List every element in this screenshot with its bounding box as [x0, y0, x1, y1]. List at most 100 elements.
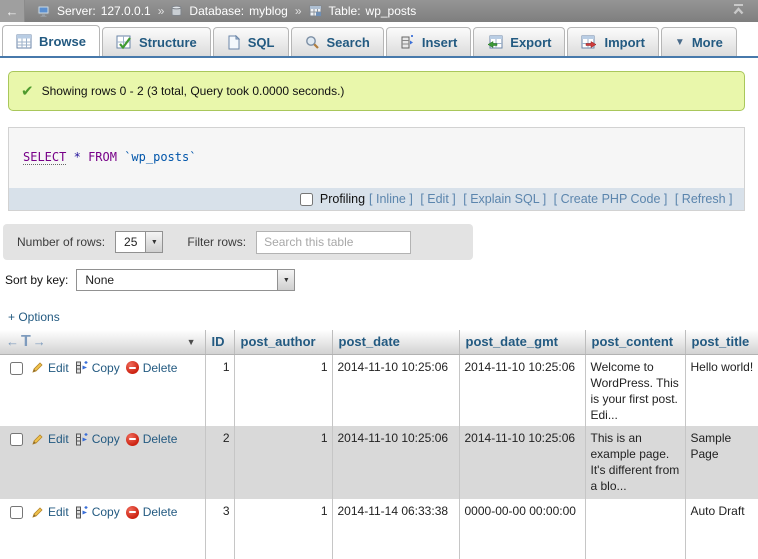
row-checkbox[interactable] [10, 433, 23, 446]
sql-star: * [74, 150, 81, 164]
pencil-icon [31, 433, 44, 446]
tab-structure[interactable]: Structure [102, 27, 211, 56]
cell-post-title: Auto Draft [685, 499, 758, 559]
breadcrumb: Server: 127.0.0.1 » Database: myblog » T… [37, 4, 731, 18]
column-header-id[interactable]: ID [205, 330, 234, 354]
column-visibility-caret-icon[interactable]: ▼ [187, 337, 196, 347]
create-php-code-link[interactable]: Create PHP Code [554, 192, 671, 206]
edit-row-link[interactable]: Edit [31, 431, 69, 447]
column-header-post-date[interactable]: post_date [332, 330, 459, 354]
arrow-left-icon: ← [6, 334, 19, 349]
refresh-link[interactable]: Refresh [675, 192, 736, 206]
number-of-rows-value: 25 [116, 232, 145, 252]
delete-icon [126, 433, 139, 446]
number-of-rows-select[interactable]: 25 ▼ [115, 231, 163, 253]
table-row: Edit Copy Delete 2 1 2014-11-10 10:25:06… [0, 426, 758, 499]
delete-label: Delete [143, 504, 178, 520]
cell-post-date: 2014-11-14 06:33:38 [332, 499, 459, 559]
tab-browse[interactable]: Browse [2, 25, 100, 56]
sort-row: Sort by key: None ▼ [5, 269, 758, 291]
back-arrow-icon: ← [6, 4, 19, 19]
options-toggle-link[interactable]: + Options [8, 310, 78, 324]
server-icon [37, 5, 50, 17]
edit-label: Edit [48, 431, 69, 447]
tab-label: Structure [139, 35, 197, 50]
cell-id: 1 [205, 354, 234, 426]
tab-sql[interactable]: SQL [213, 27, 289, 56]
copy-row-link[interactable]: Copy [75, 504, 120, 520]
column-header-post-title[interactable]: post_title [685, 330, 758, 354]
edit-label: Edit [48, 504, 69, 520]
breadcrumb-bar: ← Server: 127.0.0.1 » Database: myblog »… [0, 0, 758, 22]
copy-label: Copy [92, 504, 120, 520]
copy-icon [75, 506, 88, 519]
cell-id: 3 [205, 499, 234, 559]
server-label: Server: [57, 4, 96, 18]
copy-icon [75, 361, 88, 374]
database-icon [171, 5, 182, 17]
transpose-t-icon: T [21, 336, 31, 348]
browse-icon [16, 34, 32, 49]
pencil-icon [31, 361, 44, 374]
edit-row-link[interactable]: Edit [31, 504, 69, 520]
profiling-label: Profiling [320, 192, 365, 206]
chevron-down-icon: ▼ [277, 270, 294, 290]
cell-post-content [585, 499, 685, 559]
sql-keyword-select[interactable]: SELECT [23, 150, 66, 165]
copy-row-link[interactable]: Copy [75, 360, 120, 376]
breadcrumb-separator: » [295, 4, 302, 18]
table-row: Edit Copy Delete 1 1 2014-11-10 10:25:06… [0, 354, 758, 426]
server-link[interactable]: 127.0.0.1 [101, 4, 151, 18]
cell-post-date-gmt: 0000-00-00 00:00:00 [459, 499, 585, 559]
tab-insert[interactable]: Insert [386, 27, 471, 56]
cell-post-content: Welcome to WordPress. This is your first… [585, 354, 685, 426]
column-header-post-content[interactable]: post_content [585, 330, 685, 354]
table-link[interactable]: wp_posts [366, 4, 417, 18]
table-icon [309, 5, 322, 17]
collapse-icon [731, 3, 746, 19]
results-header-row: ← T → ▼ ID post_author post_date post_da… [0, 330, 758, 354]
explain-sql-link[interactable]: Explain SQL [463, 192, 549, 206]
column-header-post-author[interactable]: post_author [234, 330, 332, 354]
cell-post-author: 1 [234, 499, 332, 559]
results-table: ← T → ▼ ID post_author post_date post_da… [0, 330, 758, 559]
filter-rows-input[interactable] [256, 231, 411, 254]
delete-label: Delete [143, 360, 178, 376]
cell-post-date: 2014-11-10 10:25:06 [332, 354, 459, 426]
search-icon [305, 35, 320, 50]
arrow-right-icon: → [33, 334, 46, 349]
inline-link[interactable]: Inline [369, 192, 416, 206]
delete-row-link[interactable]: Delete [126, 431, 178, 447]
edit-row-link[interactable]: Edit [31, 360, 69, 376]
table-label: Table: [329, 4, 361, 18]
tab-search[interactable]: Search [291, 27, 384, 56]
database-link[interactable]: myblog [249, 4, 288, 18]
scroll-to-top-button[interactable] [731, 3, 746, 19]
tab-more[interactable]: ▼ More [661, 27, 737, 56]
import-icon [581, 35, 597, 50]
delete-row-link[interactable]: Delete [126, 360, 178, 376]
success-check-icon: ✔ [21, 82, 34, 100]
nav-panel-back-button[interactable]: ← [0, 0, 25, 22]
edit-query-link[interactable]: Edit [420, 192, 459, 206]
table-row: Edit Copy Delete 3 1 2014-11-14 06:33:38… [0, 499, 758, 559]
database-label: Database: [189, 4, 244, 18]
tab-export[interactable]: Export [473, 27, 565, 56]
copy-row-link[interactable]: Copy [75, 431, 120, 447]
column-header-post-date-gmt[interactable]: post_date_gmt [459, 330, 585, 354]
delete-row-link[interactable]: Delete [126, 504, 178, 520]
copy-icon [75, 433, 88, 446]
transpose-control[interactable]: ← T → [6, 334, 46, 349]
row-checkbox[interactable] [10, 362, 23, 375]
chevron-down-icon: ▼ [145, 232, 162, 252]
actions-header-cell: ← T → ▼ [0, 330, 205, 354]
tab-import[interactable]: Import [567, 27, 658, 56]
row-checkbox[interactable] [10, 506, 23, 519]
sort-by-key-value: None [77, 270, 277, 290]
sort-by-key-select[interactable]: None ▼ [76, 269, 295, 291]
structure-icon [116, 35, 132, 50]
edit-label: Edit [48, 360, 69, 376]
copy-label: Copy [92, 360, 120, 376]
delete-icon [126, 361, 139, 374]
profiling-checkbox[interactable] [300, 193, 313, 206]
